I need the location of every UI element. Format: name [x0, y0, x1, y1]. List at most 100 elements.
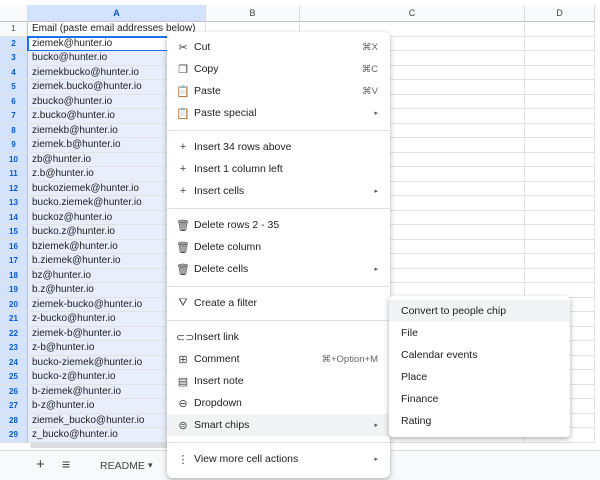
cell-d[interactable] — [525, 36, 595, 51]
row-header[interactable]: 6 — [0, 94, 28, 109]
menu-item-label: Dropdown — [194, 397, 242, 409]
cell-d[interactable] — [525, 181, 595, 196]
menu-item-create-a-filter[interactable]: ⛛ Create a filter — [167, 292, 390, 314]
menu-item-paste[interactable]: 📋 Paste ⌘V — [167, 80, 390, 102]
row-header[interactable]: 2 — [0, 36, 28, 51]
menu-item-label: Insert note — [194, 375, 244, 387]
cell-d[interactable] — [525, 80, 595, 95]
shortcut-label: ⌘C — [361, 63, 378, 75]
row-header[interactable]: 16 — [0, 239, 28, 254]
menu-item-delete-cells[interactable]: 🗑 Delete cells ▸ — [167, 258, 390, 280]
trash-icon: 🗑 — [176, 241, 190, 254]
cell-d[interactable] — [525, 225, 595, 240]
row-header[interactable]: 11 — [0, 167, 28, 182]
scissors-icon: ✂ — [178, 41, 188, 54]
context-menu: ✂ Cut ⌘X ❐ Copy ⌘C 📋 Paste ⌘V 📋 Paste special ▸ + Ins… — [167, 32, 390, 478]
row-header[interactable]: 17 — [0, 254, 28, 269]
menu-item-cut[interactable]: ✂ Cut ⌘X — [167, 36, 390, 58]
submenu-item-rating[interactable]: Rating — [389, 410, 570, 432]
submenu-arrow-icon: ▸ — [374, 188, 378, 195]
clipboard-icon: 📋 — [176, 107, 190, 120]
menu-item-copy[interactable]: ❐ Copy ⌘C — [167, 58, 390, 80]
select-all-corner[interactable] — [0, 5, 28, 22]
row-header[interactable]: 27 — [0, 399, 28, 414]
row-header[interactable]: 19 — [0, 283, 28, 298]
smart-chips-submenu: Convert to people chip File Calendar event… — [389, 296, 570, 437]
menu-item-label: Insert 34 rows above — [194, 141, 292, 153]
submenu-item-calendar-events[interactable]: Calendar events — [389, 344, 570, 366]
menu-divider — [167, 130, 390, 131]
submenu-item-finance[interactable]: Finance — [389, 388, 570, 410]
row-header[interactable]: 18 — [0, 268, 28, 283]
row-header[interactable]: 28 — [0, 413, 28, 428]
row-header[interactable]: 8 — [0, 123, 28, 138]
cell-d[interactable] — [525, 268, 595, 283]
menu-item-label: Smart chips — [194, 419, 250, 431]
menu-item-insert-note[interactable]: ▤ Insert note — [167, 370, 390, 392]
menu-item-insert-34-rows-above[interactable]: + Insert 34 rows above — [167, 136, 390, 158]
submenu-arrow-icon: ▸ — [374, 422, 378, 429]
row-header[interactable]: 13 — [0, 196, 28, 211]
menu-item-label: Insert link — [194, 331, 239, 343]
sheet-tab-readme[interactable]: README — [100, 460, 145, 472]
cell-d[interactable] — [525, 254, 595, 269]
row-header[interactable]: 15 — [0, 225, 28, 240]
submenu-item-place[interactable]: Place — [389, 366, 570, 388]
menu-item-insert-link[interactable]: ⊂⊃ Insert link — [167, 326, 390, 348]
cell-d[interactable] — [525, 152, 595, 167]
cell-d[interactable] — [525, 123, 595, 138]
row-header[interactable]: 25 — [0, 370, 28, 385]
cell-d[interactable] — [525, 94, 595, 109]
menu-item-paste-special[interactable]: 📋 Paste special ▸ — [167, 102, 390, 124]
row-header[interactable]: 3 — [0, 51, 28, 66]
row-header[interactable]: 23 — [0, 341, 28, 356]
row-header[interactable]: 5 — [0, 80, 28, 95]
menu-item-insert-cells[interactable]: + Insert cells ▸ — [167, 180, 390, 202]
row-header[interactable]: 21 — [0, 312, 28, 327]
row-header[interactable]: 29 — [0, 428, 28, 443]
menu-item-delete-column[interactable]: 🗑 Delete column — [167, 236, 390, 258]
cell-d[interactable] — [525, 22, 595, 37]
sheet-tab-menu-icon[interactable]: ▾ — [148, 460, 153, 471]
menu-item-view-more-cell-actions[interactable]: ⋮ View more cell actions ▸ — [167, 448, 390, 470]
row-header[interactable]: 22 — [0, 326, 28, 341]
row-header[interactable]: 7 — [0, 109, 28, 124]
menu-item-dropdown[interactable]: ⊖ Dropdown — [167, 392, 390, 414]
cell-d[interactable] — [525, 167, 595, 182]
row-header[interactable]: 14 — [0, 210, 28, 225]
cell-d[interactable] — [525, 210, 595, 225]
cell-d[interactable] — [525, 109, 595, 124]
menu-divider — [167, 208, 390, 209]
column-header-b[interactable]: B — [206, 5, 300, 22]
submenu-item-file[interactable]: File — [389, 322, 570, 344]
shortcut-label: ⌘X — [362, 41, 378, 53]
cell-d[interactable] — [525, 138, 595, 153]
copy-icon: ❐ — [178, 63, 188, 76]
row-header[interactable]: 24 — [0, 355, 28, 370]
row-header[interactable]: 9 — [0, 138, 28, 153]
shortcut-label: ⌘V — [362, 85, 378, 97]
row-header[interactable]: 1 — [0, 22, 28, 37]
menu-item-label: Delete rows 2 - 35 — [194, 219, 280, 231]
more-vert-icon: ⋮ — [177, 453, 189, 466]
row-header[interactable]: 12 — [0, 181, 28, 196]
add-sheet-button[interactable]: + — [36, 456, 45, 473]
column-header-d[interactable]: D — [525, 5, 595, 22]
cell-d[interactable] — [525, 196, 595, 211]
row-header[interactable]: 10 — [0, 152, 28, 167]
all-sheets-button[interactable]: ≡ — [62, 456, 70, 472]
menu-item-label: View more cell actions — [194, 453, 299, 465]
menu-item-delete-rows-2-35[interactable]: 🗑 Delete rows 2 - 35 — [167, 214, 390, 236]
row-header[interactable]: 20 — [0, 297, 28, 312]
menu-item-insert-1-column-left[interactable]: + Insert 1 column left — [167, 158, 390, 180]
menu-item-smart-chips[interactable]: ⊜ Smart chips ▸ — [167, 414, 390, 436]
column-header-a[interactable]: A — [28, 5, 206, 22]
submenu-item-convert-to-people-chip[interactable]: Convert to people chip — [389, 300, 570, 322]
row-header[interactable]: 26 — [0, 384, 28, 399]
cell-d[interactable] — [525, 239, 595, 254]
cell-d[interactable] — [525, 51, 595, 66]
column-header-c[interactable]: C — [300, 5, 525, 22]
menu-item-comment[interactable]: ⊞ Comment ⌘+Option+M — [167, 348, 390, 370]
row-header[interactable]: 4 — [0, 65, 28, 80]
cell-d[interactable] — [525, 65, 595, 80]
